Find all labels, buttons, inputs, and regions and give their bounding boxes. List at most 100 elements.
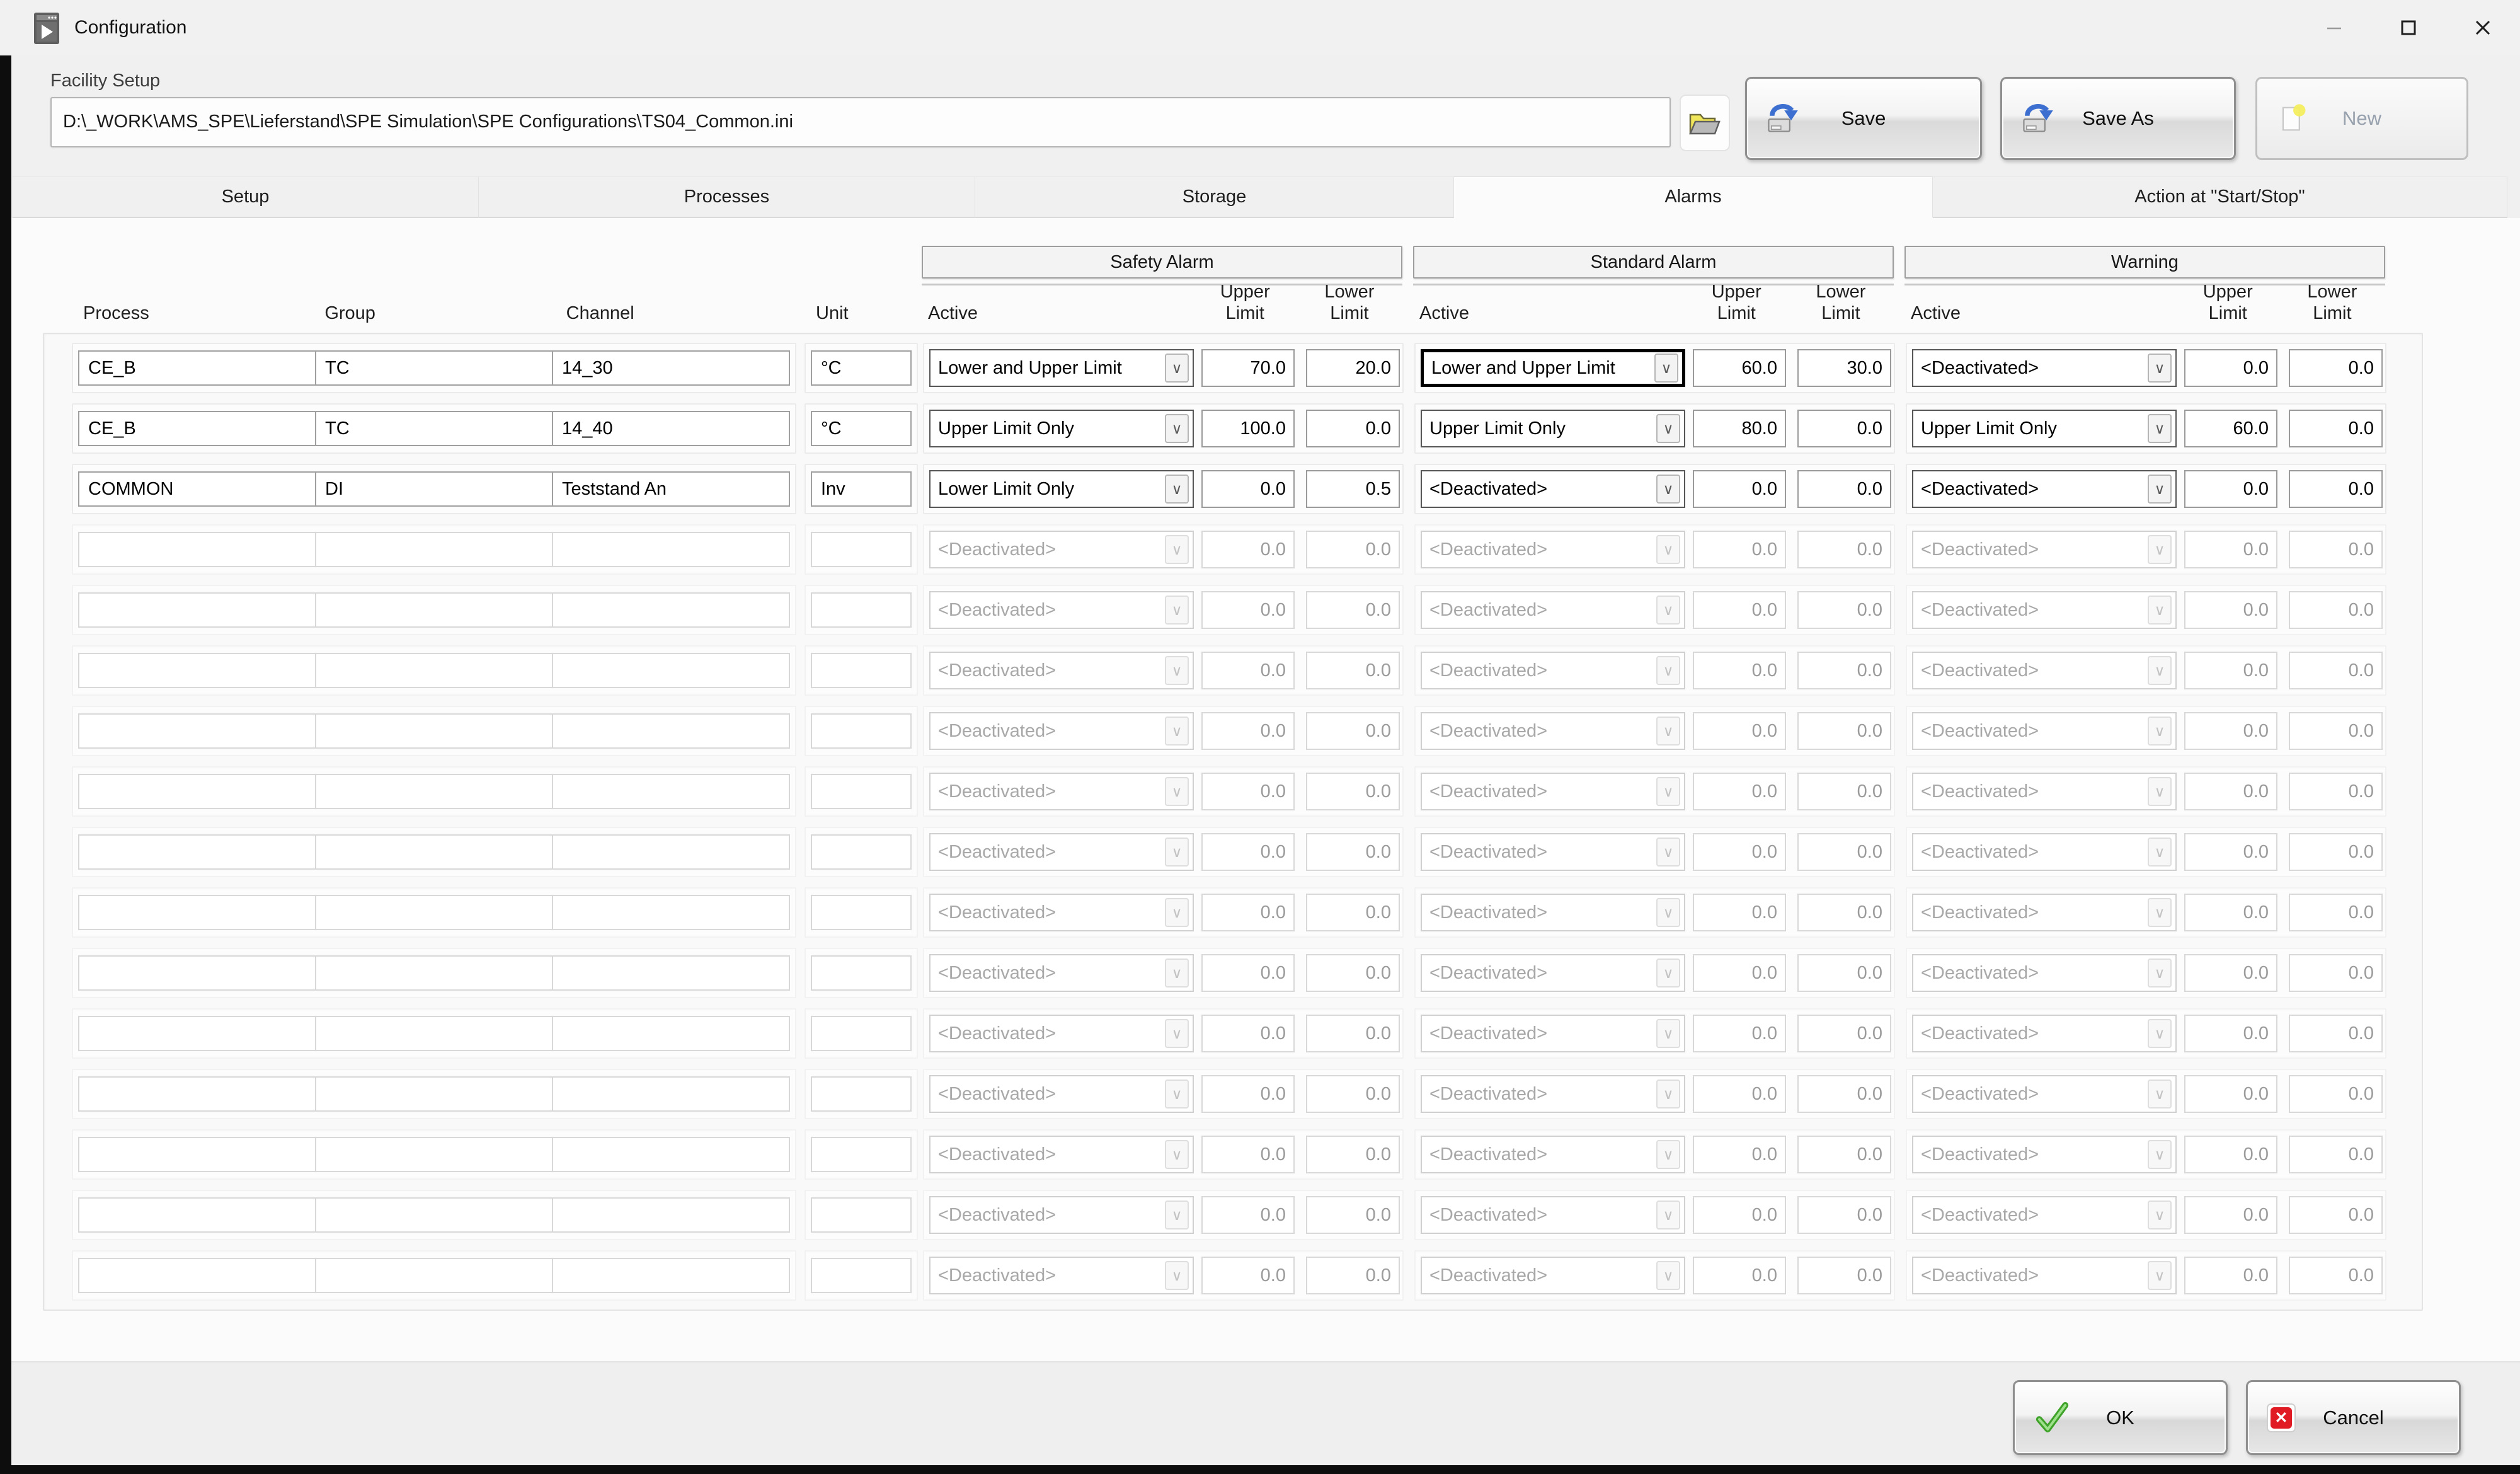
safety-active-select[interactable]: Upper Limit Only∨ (929, 410, 1194, 447)
alarm-table-row: <Deactivated>∨0.00.0<Deactivated>∨0.00.0… (72, 887, 2422, 938)
channel-field[interactable]: Teststand An (552, 471, 790, 507)
group-field[interactable]: TC (315, 411, 553, 446)
warning-active-select[interactable]: <Deactivated>∨ (1912, 349, 2177, 387)
safety-active-select[interactable]: Lower and Upper Limit∨ (929, 349, 1194, 387)
chevron-down-icon: ∨ (1165, 354, 1189, 383)
ok-button[interactable]: OK (2013, 1380, 2228, 1455)
process-field (78, 1258, 316, 1293)
standard-lower-limit-field[interactable]: 30.0 (1797, 349, 1891, 387)
safety-active-select: <Deactivated>∨ (929, 833, 1194, 871)
process-field[interactable]: COMMON (78, 471, 316, 507)
ok-check-icon (2034, 1400, 2070, 1436)
warning-upper-limit-field[interactable]: 0.0 (2184, 349, 2277, 387)
warning-active-value: <Deactivated> (1913, 1265, 2148, 1286)
warning-lower-limit-field[interactable]: 0.0 (2289, 349, 2383, 387)
browse-folder-button[interactable] (1680, 95, 1730, 151)
unit-field (811, 1076, 912, 1112)
unit-field[interactable]: °C (811, 411, 912, 446)
standard-lower-limit-field[interactable]: 0.0 (1797, 410, 1891, 447)
standard-alarm-cell: <Deactivated>∨0.00.0 (1414, 1250, 1895, 1301)
warning-active-value: <Deactivated> (1913, 963, 2148, 984)
warning-lower-limit-field[interactable]: 0.0 (2289, 470, 2383, 508)
safety-upper-limit-field[interactable]: 0.0 (1201, 470, 1295, 508)
tab-storage[interactable]: Storage (975, 176, 1454, 218)
save-as-button[interactable]: Save As (2000, 77, 2236, 160)
standard-upper-limit-field[interactable]: 60.0 (1693, 349, 1786, 387)
standard-upper-limit-field[interactable]: 80.0 (1693, 410, 1786, 447)
title-bar: Configuration (0, 0, 2520, 55)
safety-upper-limit-field: 0.0 (1201, 954, 1295, 992)
warning-upper-limit-column-header: Upper Limit (2182, 281, 2274, 324)
group-field[interactable]: TC (315, 350, 553, 386)
group-field[interactable]: DI (315, 471, 553, 507)
unit-field[interactable]: °C (811, 350, 912, 386)
maximize-button[interactable] (2371, 0, 2446, 55)
tab-processes[interactable]: Processes (479, 176, 975, 218)
warning-upper-limit-field[interactable]: 0.0 (2184, 470, 2277, 508)
safety-upper-limit-field[interactable]: 70.0 (1201, 349, 1295, 387)
safety-lower-limit-field[interactable]: 0.0 (1306, 410, 1400, 447)
safety-active-value: <Deactivated> (931, 1205, 1165, 1226)
save-button[interactable]: Save (1745, 77, 1982, 160)
minimize-icon (2325, 18, 2344, 37)
channel-field (552, 653, 790, 688)
standard-alarm-cell: <Deactivated>∨0.00.0 (1414, 948, 1895, 998)
group-field (315, 532, 553, 567)
unit-cell (805, 706, 918, 756)
safety-upper-limit-field[interactable]: 100.0 (1201, 410, 1295, 447)
channel-field[interactable]: 14_40 (552, 411, 790, 446)
chevron-down-icon: ∨ (1165, 475, 1189, 504)
folder-open-icon (1687, 108, 1722, 137)
warning-upper-limit-field[interactable]: 60.0 (2184, 410, 2277, 447)
process-field[interactable]: CE_B (78, 350, 316, 386)
safety-upper-limit-field: 0.0 (1201, 591, 1295, 629)
tab-action-at-start-stop[interactable]: Action at "Start/Stop" (1933, 176, 2507, 218)
process-field[interactable]: CE_B (78, 411, 316, 446)
safety-active-value: <Deactivated> (931, 902, 1165, 923)
process-group-channel-cell (72, 1129, 796, 1180)
group-field (315, 1137, 553, 1172)
channel-field[interactable]: 14_30 (552, 350, 790, 386)
facility-path-input[interactable]: D:\_WORK\AMS_SPE\Lieferstand\SPE Simulat… (50, 97, 1671, 147)
process-field (78, 532, 316, 567)
tab-alarms[interactable]: Alarms (1454, 176, 1933, 218)
safety-lower-limit-field[interactable]: 0.5 (1306, 470, 1400, 508)
safety-lower-limit-field[interactable]: 20.0 (1306, 349, 1400, 387)
warning-active-select[interactable]: <Deactivated>∨ (1912, 470, 2177, 508)
unit-cell (805, 827, 918, 877)
chevron-down-icon: ∨ (1656, 414, 1680, 443)
standard-active-select: <Deactivated>∨ (1421, 833, 1685, 871)
cancel-button[interactable]: ✕ Cancel (2246, 1380, 2461, 1455)
close-button[interactable] (2446, 0, 2520, 55)
standard-lower-limit-field[interactable]: 0.0 (1797, 470, 1891, 508)
maximize-icon (2399, 18, 2418, 37)
tab-setup[interactable]: Setup (13, 176, 479, 218)
warning-active-select[interactable]: Upper Limit Only∨ (1912, 410, 2177, 447)
group-column-header: Group (312, 303, 553, 324)
alarm-table: CE_BTC14_30°CLower and Upper Limit∨70.02… (43, 333, 2423, 1311)
new-label: New (2342, 107, 2381, 130)
warning-active-select: <Deactivated>∨ (1912, 531, 2177, 568)
standard-active-select[interactable]: Upper Limit Only∨ (1421, 410, 1685, 447)
safety-upper-limit-field: 0.0 (1201, 1257, 1295, 1294)
minimize-button[interactable] (2297, 0, 2371, 55)
standard-active-select[interactable]: Lower and Upper Limit∨ (1421, 349, 1685, 387)
process-group-channel-cell (72, 585, 796, 635)
safety-active-select[interactable]: Lower Limit Only∨ (929, 470, 1194, 508)
warning-active-value: <Deactivated> (1913, 1144, 2148, 1165)
channel-field (552, 774, 790, 809)
standard-active-select[interactable]: <Deactivated>∨ (1421, 470, 1685, 508)
warning-alarm-cell: <Deactivated>∨0.00.0 (1906, 706, 2386, 756)
unit-field[interactable]: Inv (811, 471, 912, 507)
process-field (78, 1016, 316, 1051)
unit-cell: °C (805, 343, 918, 393)
standard-lower-limit-field: 0.0 (1797, 1136, 1891, 1173)
standard-lower-limit-field: 0.0 (1797, 652, 1891, 689)
warning-alarm-cell: <Deactivated>∨0.00.0 (1906, 1190, 2386, 1240)
warning-lower-limit-field: 0.0 (2289, 591, 2383, 629)
standard-upper-limit-field[interactable]: 0.0 (1693, 470, 1786, 508)
warning-lower-limit-field[interactable]: 0.0 (2289, 410, 2383, 447)
warning-active-value: <Deactivated> (1913, 842, 2148, 863)
safety-alarm-cell: <Deactivated>∨0.00.0 (923, 585, 1404, 635)
warning-lower-limit-field: 0.0 (2289, 712, 2383, 750)
